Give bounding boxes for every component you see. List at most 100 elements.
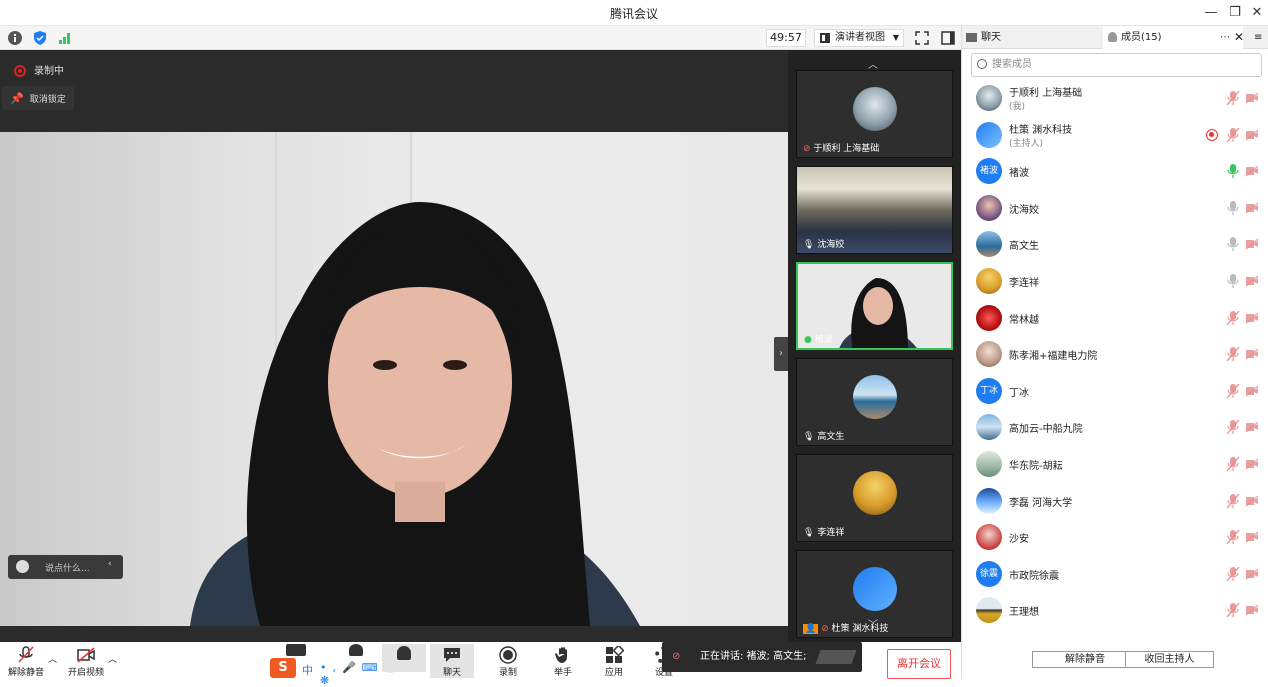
mic-muted-icon[interactable] [1226, 602, 1240, 618]
tab-chat[interactable]: 聊天 [966, 26, 1001, 49]
member-row[interactable]: 高加云-中船九院 [962, 409, 1268, 445]
member-row[interactable]: 常林越 [962, 300, 1268, 336]
speaking-avatars [815, 650, 857, 664]
chat-button[interactable]: 聊天 [430, 644, 474, 678]
camera-off-icon[interactable] [1245, 348, 1259, 360]
members-button[interactable] [382, 644, 426, 672]
member-name: 高文生 [1009, 241, 1039, 253]
restore-icon[interactable]: ❐ [1224, 3, 1246, 23]
close-icon[interactable]: ✕ [1246, 3, 1268, 23]
pin-icon: 📌 [10, 92, 24, 105]
camera-off-icon[interactable] [1245, 312, 1259, 324]
leave-meeting-button[interactable]: 离开会议 [887, 649, 951, 679]
camera-off-icon[interactable] [1245, 495, 1259, 507]
camera-off-icon[interactable] [1245, 458, 1259, 470]
raise-hand-button[interactable]: 举手 [541, 644, 585, 678]
speaker-figure [190, 202, 640, 626]
member-row[interactable]: 于顺利 上海基础 (我) [962, 80, 1268, 116]
camera-off-icon[interactable] [1245, 568, 1259, 580]
mic-muted-icon[interactable] [1226, 383, 1240, 399]
mic-muted-icon[interactable] [1226, 127, 1240, 143]
camera-off-icon[interactable] [1245, 604, 1259, 616]
member-name: 褚波 [1009, 168, 1029, 180]
view-mode-select[interactable]: 演讲者视图 ▼ [814, 29, 904, 47]
member-row[interactable]: 华东院-胡耘 [962, 446, 1268, 482]
mic-muted-icon[interactable] [1226, 493, 1240, 509]
member-row[interactable]: 杜策 渊水科技 (主持人) [962, 117, 1268, 153]
member-row[interactable]: 沙安 [962, 519, 1268, 555]
speaker-muted-icon: ⊘ [672, 651, 681, 662]
apps-button[interactable]: 应用 [592, 644, 636, 678]
chat-input-placeholder: 说点什么... [45, 564, 90, 574]
member-row[interactable]: 沈海姣 [962, 190, 1268, 226]
shield-icon[interactable] [32, 30, 48, 46]
collapse-thumbnails-button[interactable]: › [774, 337, 788, 371]
thumbnail-tile[interactable]: 🎙 沈海姣 [796, 166, 953, 254]
unmute-all-button[interactable]: 解除静音 [1032, 651, 1138, 668]
mic-active-icon[interactable] [1226, 163, 1240, 179]
camera-off-icon[interactable] [1245, 165, 1259, 177]
mic-muted-icon[interactable] [1226, 566, 1240, 582]
thumbnail-tile[interactable]: 🎙 李连祥 [796, 454, 953, 542]
mic-muted-icon[interactable] [1226, 419, 1240, 435]
chat-input-bubble[interactable]: 说点什么... ‹ [8, 555, 123, 579]
side-panel-icon[interactable] [940, 30, 956, 46]
camera-off-icon[interactable] [1245, 202, 1259, 214]
record-button[interactable]: 录制 [486, 644, 530, 678]
member-row[interactable]: 高文生 [962, 226, 1268, 262]
chevron-down-icon[interactable]: ﹀ [868, 616, 878, 631]
unmute-button[interactable]: 解除静音 [4, 644, 48, 678]
emoji-icon[interactable] [16, 560, 29, 573]
mic-icon[interactable] [1226, 200, 1240, 216]
invite-icon[interactable] [336, 644, 376, 658]
mic-muted-icon[interactable] [1226, 310, 1240, 326]
menu-icon[interactable]: ≡ [1254, 26, 1262, 49]
chevron-left-icon[interactable]: ‹ [108, 559, 112, 569]
member-row[interactable]: 徐震 市政院徐震 [962, 556, 1268, 592]
member-row[interactable]: 陈孝湘+福建电力院 [962, 336, 1268, 372]
mic-muted-icon[interactable] [1226, 456, 1240, 472]
member-row[interactable]: 褚波 褚波 [962, 153, 1268, 189]
share-screen-icon[interactable] [282, 644, 310, 658]
mic-icon[interactable] [1226, 273, 1240, 289]
member-row[interactable]: 王理想 [962, 592, 1268, 628]
recording-icon [1206, 128, 1218, 141]
start-video-button[interactable]: 开启视频 [64, 644, 108, 678]
more-icon[interactable]: ⋯ [1220, 26, 1230, 49]
member-search-input[interactable]: 搜索成员 [971, 53, 1262, 77]
signal-icon[interactable] [57, 30, 73, 46]
chevron-up-icon[interactable]: ︿ [48, 652, 57, 665]
camera-off-icon[interactable] [1245, 238, 1259, 250]
thumbnail-tile[interactable]: ⊘ 于顺利 上海基础 [796, 70, 953, 158]
close-icon[interactable]: ✕ [1234, 26, 1244, 49]
minimize-icon[interactable]: — [1200, 3, 1222, 23]
member-row[interactable]: 李磊 河海大学 [962, 483, 1268, 519]
view-mode-label: 演讲者视图 [835, 32, 885, 43]
member-row[interactable]: 李连祥 [962, 263, 1268, 299]
camera-off-icon[interactable] [1245, 129, 1259, 141]
thumbnail-tile[interactable]: 🎙 高文生 [796, 358, 953, 446]
camera-off-icon[interactable] [1245, 275, 1259, 287]
camera-off-icon[interactable] [1245, 92, 1259, 104]
mic-muted-icon[interactable] [1226, 346, 1240, 362]
tab-members[interactable]: 成员(15) [1108, 26, 1162, 49]
thumbnail-name: ⊘ 于顺利 上海基础 [803, 144, 880, 154]
chat-icon [966, 32, 977, 42]
mic-icon[interactable] [1226, 236, 1240, 252]
camera-off-icon[interactable] [1245, 385, 1259, 397]
camera-off-icon[interactable] [1245, 421, 1259, 433]
reclaim-host-button[interactable]: 收回主持人 [1125, 651, 1214, 668]
member-row[interactable]: 丁冰 丁冰 [962, 373, 1268, 409]
unpin-button[interactable]: 📌 取消锁定 [2, 86, 74, 110]
raise-hand-label: 举手 [553, 668, 572, 678]
chevron-up-icon[interactable]: ︿ [108, 652, 117, 665]
camera-off-icon[interactable] [1245, 531, 1259, 543]
chevron-up-icon[interactable]: ︿ [868, 56, 878, 71]
mic-muted-icon[interactable] [1226, 529, 1240, 545]
fullscreen-icon[interactable] [914, 30, 930, 46]
info-icon[interactable] [7, 30, 23, 46]
mic-muted-icon[interactable] [1226, 90, 1240, 106]
ime-mode-label: 中 [302, 664, 313, 677]
thumbnail-tile-active[interactable]: ● 褚波 [796, 262, 953, 350]
mic-muted-icon: ⊘ [803, 144, 811, 154]
